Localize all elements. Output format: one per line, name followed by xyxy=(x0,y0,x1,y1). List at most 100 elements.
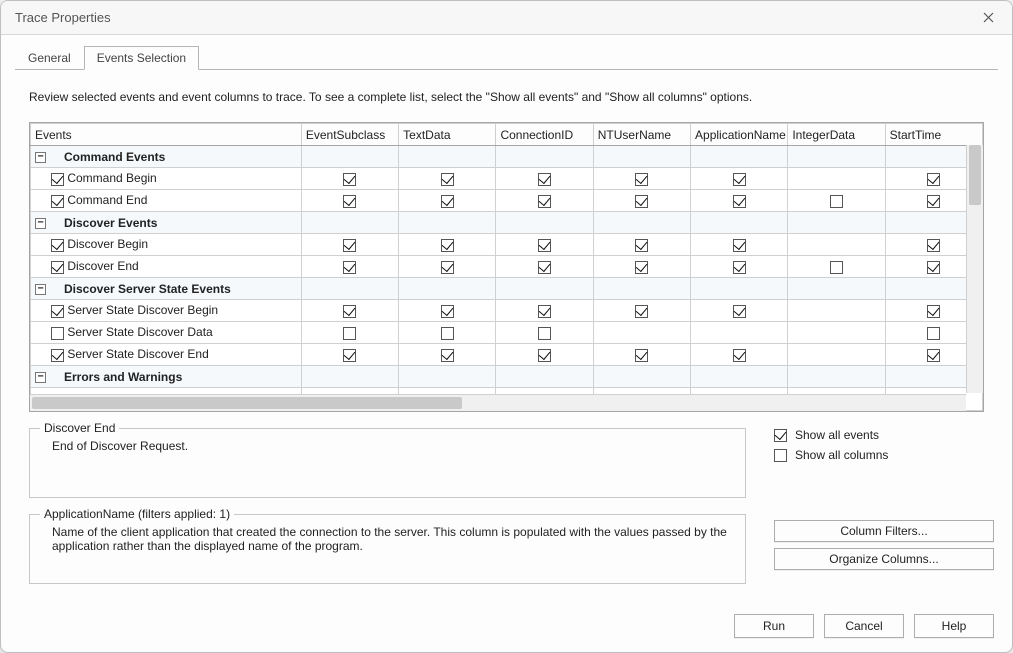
cell-checkbox[interactable] xyxy=(538,305,551,318)
cell-checkbox[interactable] xyxy=(927,173,940,186)
cell-checkbox[interactable] xyxy=(830,261,843,274)
cell-checkbox[interactable] xyxy=(538,173,551,186)
event-row[interactable]: Command End xyxy=(31,190,983,212)
titlebar: Trace Properties xyxy=(1,1,1012,35)
show-all-events-row[interactable]: Show all events xyxy=(774,428,994,442)
column-filters-button[interactable]: Column Filters... xyxy=(774,520,994,542)
event-label: Server State Discover Data xyxy=(67,325,212,339)
tab-events-selection[interactable]: Events Selection xyxy=(84,46,199,70)
cell-checkbox[interactable] xyxy=(51,305,64,318)
tab-general[interactable]: General xyxy=(15,46,84,70)
window-title: Trace Properties xyxy=(15,10,111,25)
cell-checkbox[interactable] xyxy=(538,261,551,274)
cell-checkbox[interactable] xyxy=(441,327,454,340)
cell-checkbox[interactable] xyxy=(927,261,940,274)
cell-checkbox[interactable] xyxy=(51,327,64,340)
group-toggle-icon[interactable]: − xyxy=(35,372,46,383)
cell-checkbox[interactable] xyxy=(441,349,454,362)
cell-checkbox[interactable] xyxy=(733,239,746,252)
scrollbar-thumb-v[interactable] xyxy=(969,145,981,205)
cell-checkbox[interactable] xyxy=(927,239,940,252)
event-label: Command Begin xyxy=(67,171,156,185)
show-all-columns-row[interactable]: Show all columns xyxy=(774,448,994,462)
event-row[interactable]: Command Begin xyxy=(31,168,983,190)
cell-checkbox[interactable] xyxy=(927,195,940,208)
cell-checkbox[interactable] xyxy=(538,195,551,208)
cell-checkbox[interactable] xyxy=(733,261,746,274)
event-row[interactable]: Server State Discover Begin xyxy=(31,300,983,322)
group-row[interactable]: −Command Events xyxy=(31,146,983,168)
cell-checkbox[interactable] xyxy=(343,327,356,340)
events-grid[interactable]: EventsEventSubclassTextDataConnectionIDN… xyxy=(29,122,984,412)
group-toggle-icon[interactable]: − xyxy=(35,284,46,295)
column-header-connectionid[interactable]: ConnectionID xyxy=(496,124,593,146)
cell-checkbox[interactable] xyxy=(343,305,356,318)
cell-checkbox[interactable] xyxy=(830,195,843,208)
show-all-columns-checkbox[interactable] xyxy=(774,449,787,462)
group-toggle-icon[interactable]: − xyxy=(35,152,46,163)
cell-checkbox[interactable] xyxy=(538,349,551,362)
cell-checkbox[interactable] xyxy=(635,305,648,318)
scrollbar-thumb-h[interactable] xyxy=(32,397,462,409)
column-header-events[interactable]: Events xyxy=(31,124,302,146)
cell-checkbox[interactable] xyxy=(733,173,746,186)
cell-checkbox[interactable] xyxy=(51,349,64,362)
cell-checkbox[interactable] xyxy=(441,173,454,186)
cell-checkbox[interactable] xyxy=(441,195,454,208)
help-button[interactable]: Help xyxy=(914,614,994,638)
cell-checkbox[interactable] xyxy=(927,349,940,362)
column-header-applicationname[interactable]: ApplicationName xyxy=(691,124,788,146)
cell-checkbox[interactable] xyxy=(635,239,648,252)
column-header-ntusername[interactable]: NTUserName xyxy=(593,124,690,146)
event-help-title: Discover End xyxy=(40,421,119,435)
group-row[interactable]: −Discover Events xyxy=(31,212,983,234)
cell-checkbox[interactable] xyxy=(635,261,648,274)
column-header-eventsubclass[interactable]: EventSubclass xyxy=(301,124,398,146)
intro-text: Review selected events and event columns… xyxy=(29,90,994,104)
column-help-body: Name of the client application that crea… xyxy=(44,525,731,553)
organize-columns-button[interactable]: Organize Columns... xyxy=(774,548,994,570)
cell-checkbox[interactable] xyxy=(343,173,356,186)
show-all-events-checkbox[interactable] xyxy=(774,429,787,442)
cell-checkbox[interactable] xyxy=(733,195,746,208)
event-row[interactable]: Discover End xyxy=(31,256,983,278)
group-toggle-icon[interactable]: − xyxy=(35,218,46,229)
cell-checkbox[interactable] xyxy=(343,261,356,274)
cell-checkbox[interactable] xyxy=(635,349,648,362)
events-table: EventsEventSubclassTextDataConnectionIDN… xyxy=(30,123,983,411)
run-button[interactable]: Run xyxy=(734,614,814,638)
column-header-textdata[interactable]: TextData xyxy=(399,124,496,146)
cancel-button[interactable]: Cancel xyxy=(824,614,904,638)
close-icon xyxy=(983,12,994,23)
cell-checkbox[interactable] xyxy=(343,349,356,362)
cell-checkbox[interactable] xyxy=(441,261,454,274)
cell-checkbox[interactable] xyxy=(733,305,746,318)
cell-checkbox[interactable] xyxy=(733,349,746,362)
cell-checkbox[interactable] xyxy=(51,261,64,274)
cell-checkbox[interactable] xyxy=(441,239,454,252)
column-header-starttime[interactable]: StartTime xyxy=(885,124,982,146)
group-row[interactable]: −Errors and Warnings xyxy=(31,366,983,388)
event-row[interactable]: Server State Discover Data xyxy=(31,322,983,344)
column-help-panel: ApplicationName (filters applied: 1) Nam… xyxy=(29,514,746,584)
cell-checkbox[interactable] xyxy=(441,305,454,318)
event-help-body: End of Discover Request. xyxy=(44,439,731,453)
event-row[interactable]: Discover Begin xyxy=(31,234,983,256)
event-row[interactable]: Server State Discover End xyxy=(31,344,983,366)
cell-checkbox[interactable] xyxy=(51,239,64,252)
group-row[interactable]: −Discover Server State Events xyxy=(31,278,983,300)
scrollbar-vertical[interactable] xyxy=(966,145,983,393)
cell-checkbox[interactable] xyxy=(538,327,551,340)
cell-checkbox[interactable] xyxy=(343,239,356,252)
cell-checkbox[interactable] xyxy=(51,173,64,186)
scrollbar-horizontal[interactable] xyxy=(30,394,966,411)
cell-checkbox[interactable] xyxy=(51,195,64,208)
cell-checkbox[interactable] xyxy=(635,173,648,186)
column-header-integerdata[interactable]: IntegerData xyxy=(788,124,885,146)
cell-checkbox[interactable] xyxy=(343,195,356,208)
cell-checkbox[interactable] xyxy=(538,239,551,252)
cell-checkbox[interactable] xyxy=(635,195,648,208)
close-button[interactable] xyxy=(974,6,1002,30)
cell-checkbox[interactable] xyxy=(927,305,940,318)
cell-checkbox[interactable] xyxy=(927,327,940,340)
